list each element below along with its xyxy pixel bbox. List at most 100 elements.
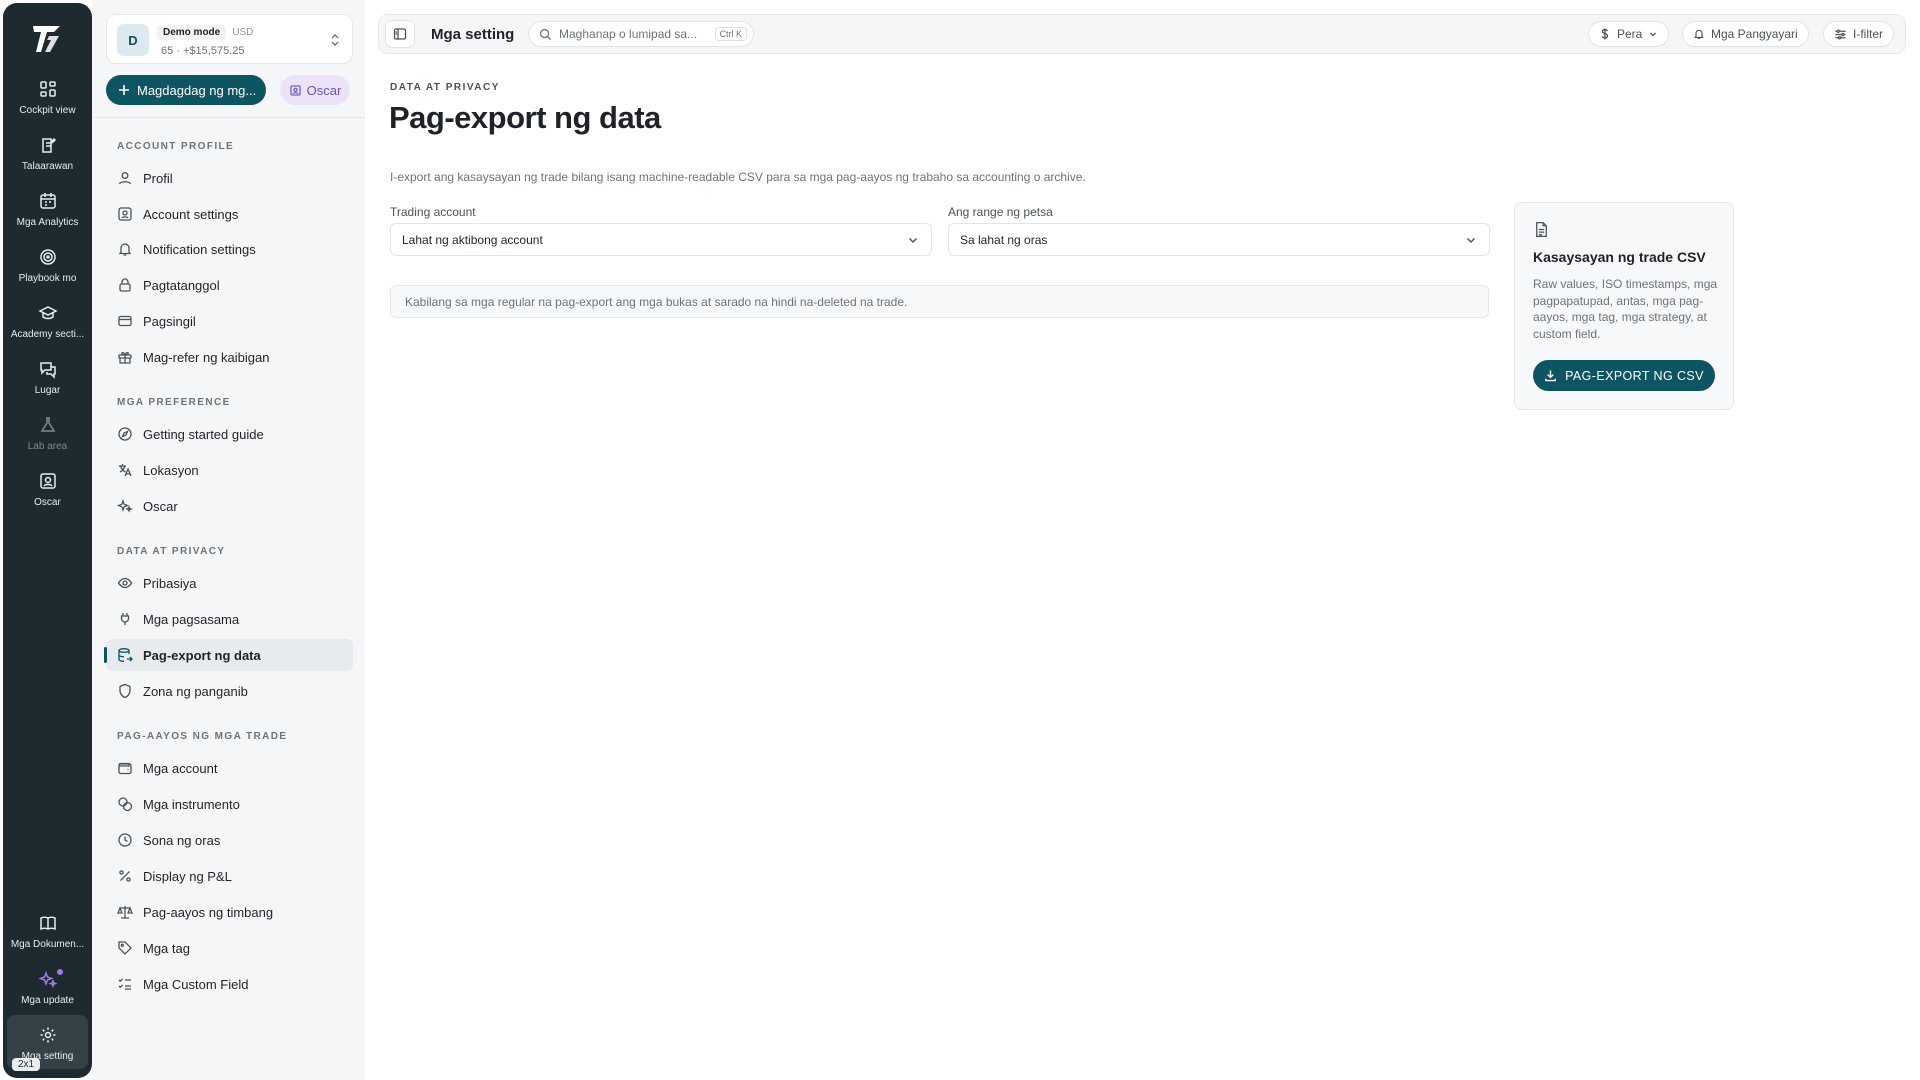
mode-badge: Demo mode <box>157 25 227 40</box>
csv-export-card: Kasaysayan ng trade CSV Raw values, ISO … <box>1514 202 1734 410</box>
eye-icon <box>117 577 133 589</box>
credit-card-icon <box>118 315 132 327</box>
sidebar-item-label: Mga pagsasama <box>143 611 240 627</box>
rail-docs[interactable]: Mga Dokumen... <box>7 913 88 967</box>
export-csv-button[interactable]: PAG-EXPORT NG CSV <box>1533 360 1715 391</box>
bell-icon <box>118 243 132 256</box>
sidebar-item-oscar[interactable]: Oscar <box>106 490 353 522</box>
rail-label: Lab area <box>27 441 68 452</box>
sidebar-item-instrumento[interactable]: Mga instrumento <box>106 788 353 820</box>
sidebar-item-pagsasama[interactable]: Mga pagsasama <box>106 603 353 635</box>
currency-button[interactable]: Pera <box>1588 21 1670 47</box>
rail-talaarawan[interactable]: Talaarawan <box>7 135 88 189</box>
sidebar-item-account-settings[interactable]: Account settings <box>106 198 353 230</box>
add-trade-label: Magdagdag ng mg... <box>137 82 257 98</box>
currency-label: USD <box>232 27 254 38</box>
sidebar-item-label: Oscar <box>143 498 178 514</box>
settings-sidebar: D Demo mode USD 65 · +$15,575.25 Magdagd… <box>92 0 365 1080</box>
sidebar-item-pagsingil[interactable]: Pagsingil <box>106 305 353 337</box>
rail-label: Mga Dokumen... <box>10 939 85 950</box>
section-title-preference: MGA PREFERENCE <box>117 397 231 408</box>
rail-label: Playbook mo <box>18 273 77 284</box>
sparkle-icon <box>117 499 133 513</box>
sidebar-item-label: Pagsingil <box>143 313 196 329</box>
contact-icon <box>290 84 301 96</box>
search-placeholder: Maghanap o lumipad sa... <box>559 27 698 41</box>
flask-icon <box>40 417 55 432</box>
add-trade-button[interactable]: Magdagdag ng mg... <box>106 75 266 105</box>
events-label: Mga Pangyayari <box>1711 27 1798 41</box>
filter-label: I-filter <box>1853 27 1883 41</box>
sidebar-item-mga-tag[interactable]: Mga tag <box>106 932 353 964</box>
user-square-icon <box>118 207 132 221</box>
chat-icon <box>39 362 56 379</box>
sidebar-toggle-icon <box>393 28 407 40</box>
search-icon <box>539 28 552 40</box>
rail-label: Lugar <box>34 385 61 396</box>
sidebar-item-label: Mga tag <box>143 940 190 956</box>
sidebar-item-label: Mga account <box>143 760 218 776</box>
sidebar-item-mga-account[interactable]: Mga account <box>106 752 353 784</box>
rail-label: Academy secti... <box>10 329 85 340</box>
chevron-up-down-icon <box>331 34 339 46</box>
compass-icon <box>118 427 132 441</box>
calendar-icon <box>39 193 56 209</box>
rail-playbook[interactable]: Playbook mo <box>7 247 88 301</box>
graduation-cap-icon <box>37 306 58 320</box>
wallet-icon <box>118 762 132 775</box>
rail-analytics[interactable]: Mga Analytics <box>7 191 88 245</box>
sidebar-item-display-pl[interactable]: Display ng P&L <box>106 860 353 892</box>
export-note-text: Kabilang sa mga regular na pag-export an… <box>405 294 908 309</box>
account-switcher[interactable]: D Demo mode USD 65 · +$15,575.25 <box>106 14 353 64</box>
rail-label: Mga update <box>21 995 74 1006</box>
rail-lab-area[interactable]: Lab area <box>7 415 88 469</box>
events-button[interactable]: Mga Pangyayari <box>1682 21 1809 47</box>
sidebar-item-pag-export[interactable]: Pag-export ng data <box>104 639 353 671</box>
date-range-value: Sa lahat ng oras <box>960 232 1048 247</box>
target-icon <box>39 249 56 265</box>
sidebar-item-pribasiya[interactable]: Pribasiya <box>106 567 353 599</box>
rail-academy[interactable]: Academy secti... <box>7 303 88 357</box>
chevron-down-icon <box>1650 32 1657 37</box>
page-title: Pag-export ng data <box>389 100 661 135</box>
sidebar-item-refer[interactable]: Mag-refer ng kaibigan <box>106 341 353 373</box>
trading-account-select[interactable]: Lahat ng aktibong account <box>390 223 932 256</box>
filter-button[interactable]: I-filter <box>1823 21 1894 47</box>
trading-account-label: Trading account <box>390 205 476 219</box>
sidebar-item-label: Mag-refer ng kaibigan <box>143 349 270 365</box>
sidebar-item-custom-field[interactable]: Mga Custom Field <box>106 968 353 1000</box>
rail-cockpit-view[interactable]: Cockpit view <box>7 79 88 133</box>
sidebar-item-label: Pribasiya <box>143 575 197 591</box>
avatar: D <box>117 24 149 56</box>
sidebar-item-timbang[interactable]: Pag-aayos ng timbang <box>106 896 353 928</box>
sidebar-item-label: Lokasyon <box>143 462 199 478</box>
sidebar-item-notification-settings[interactable]: Notification settings <box>106 233 353 265</box>
sidebar-item-label: Notification settings <box>143 241 256 257</box>
date-range-select[interactable]: Sa lahat ng oras <box>948 223 1490 256</box>
sidebar-item-pagtatanggol[interactable]: Pagtatanggol <box>106 269 353 301</box>
card-title: Kasaysayan ng trade CSV <box>1533 249 1706 265</box>
coins-icon <box>118 797 133 812</box>
sidebar-item-label: Pag-export ng data <box>143 647 261 663</box>
sidebar-toggle-button[interactable] <box>385 20 415 48</box>
dollar-icon <box>1601 28 1609 40</box>
translate-icon <box>119 464 132 477</box>
sidebar-item-getting-started[interactable]: Getting started guide <box>106 418 353 450</box>
gear-icon <box>40 1027 55 1043</box>
sidebar-item-label: Display ng P&L <box>143 868 232 884</box>
lock-icon <box>119 278 131 292</box>
sidebar-item-profil[interactable]: Profil <box>106 162 353 194</box>
rail-oscar[interactable]: Oscar <box>7 471 88 525</box>
oscar-button[interactable]: Oscar <box>280 75 350 105</box>
app-logo[interactable] <box>30 22 64 56</box>
chevron-down-icon <box>1467 238 1475 243</box>
search-input[interactable]: Maghanap o lumipad sa... Ctrl K <box>528 21 754 47</box>
sidebar-item-sona-oras[interactable]: Sona ng oras <box>106 824 353 856</box>
sidebar-item-lokasyon[interactable]: Lokasyon <box>106 454 353 486</box>
account-mode-row: Demo mode USD <box>157 25 253 40</box>
sidebar-item-label: Profil <box>143 170 173 186</box>
rail-lugar[interactable]: Lugar <box>7 359 88 413</box>
sidebar-item-zona-panganib[interactable]: Zona ng panganib <box>106 675 353 707</box>
account-balance: 65 · +$15,575.25 <box>161 45 245 57</box>
page-heading: Mga setting <box>431 26 515 43</box>
